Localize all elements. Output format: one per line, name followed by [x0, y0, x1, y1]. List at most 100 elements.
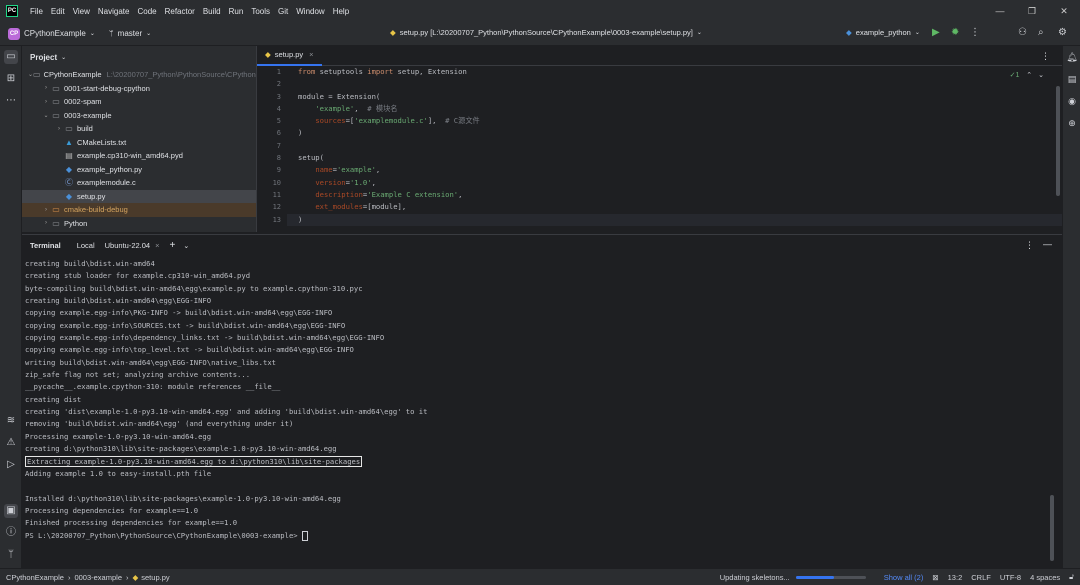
chevron-right-icon[interactable]: › [41, 85, 51, 91]
folder-icon[interactable]: ▭ [4, 50, 18, 64]
close-icon[interactable]: × [155, 241, 159, 250]
minimize-panel-icon[interactable]: — [1043, 239, 1052, 249]
problems-icon[interactable]: ⓘ [4, 526, 18, 540]
chevron-down-icon[interactable]: ⌄ [41, 112, 51, 119]
tree-item[interactable]: › ▭ 0001-start-debug-cpython [22, 82, 256, 96]
code-content[interactable]: from setuptools import setup, Extension … [298, 66, 480, 226]
tab-ubuntu[interactable]: Ubuntu-22.04 × [105, 241, 160, 250]
menu-git[interactable]: Git [274, 7, 292, 16]
task-label[interactable]: Updating skeletons... [720, 573, 790, 582]
branch-selector[interactable]: ᛘ master ⌄ [109, 29, 151, 38]
code-line[interactable]: ) [298, 214, 480, 226]
caret-position[interactable]: 13:2 [948, 573, 963, 582]
tree-item[interactable]: ▲ CMakeLists.txt [22, 136, 256, 150]
tree-item-path: L:\20200707_Python\PythonSource\CPythonE… [106, 70, 256, 80]
tree-item[interactable]: › ▭ Python [22, 217, 256, 231]
chevron-right-icon[interactable]: › [41, 220, 51, 226]
indent-setting[interactable]: 4 spaces [1030, 573, 1060, 582]
chevron-down-icon[interactable]: ⌄ [1038, 72, 1044, 79]
tree-item[interactable]: ◆ setup.py [22, 189, 256, 203]
menu-edit[interactable]: Edit [47, 7, 69, 16]
code-line[interactable]: ) [298, 127, 480, 139]
line-number: 5 [276, 117, 281, 126]
menu-file[interactable]: File [26, 7, 47, 16]
menu-view[interactable]: View [69, 7, 94, 16]
line-separator[interactable]: CRLF [971, 573, 991, 582]
code-line[interactable]: ext_modules=[module], [298, 201, 480, 213]
code-line[interactable]: version='1.0', [298, 177, 480, 189]
menu-help[interactable]: Help [329, 7, 353, 16]
tab-setup-py[interactable]: ◆ setup.py × [257, 46, 322, 66]
tree-item[interactable]: ⌄ ▭ CPythonExample L:\20200707_Python\Pytho… [22, 68, 256, 82]
more-icon[interactable]: ⋮ [1025, 240, 1034, 251]
debug-icon[interactable]: ✹ [951, 27, 959, 38]
settings-icon[interactable]: ⚙ [1058, 27, 1067, 38]
add-tab-icon[interactable]: + [169, 240, 175, 251]
tree-item[interactable]: Ⓒexamplemodule.c [22, 176, 256, 190]
more-icon[interactable]: ⋮ [970, 27, 980, 38]
notifications-icon[interactable]: 🔔︎ [1066, 52, 1078, 63]
menu-tools[interactable]: Tools [247, 7, 274, 16]
database-icon[interactable]: ▤ [1066, 74, 1078, 85]
code-line[interactable] [298, 140, 480, 152]
terminal-output[interactable]: creating build\bdist.win-amd64 creating s… [25, 258, 427, 542]
chevron-down-icon[interactable]: ⌄ [183, 242, 189, 250]
inspections-icon[interactable]: ⊠ [932, 573, 938, 582]
chevron-right-icon[interactable]: › [41, 99, 51, 105]
code-line[interactable]: module = Extension( [298, 91, 480, 103]
tree-item[interactable]: ▤ example.cp310-win_amd64.pyd [22, 149, 256, 163]
ai-assistant-icon[interactable]: ◉ [1066, 96, 1078, 107]
project-selector[interactable]: CP CPythonExample ⌄ [8, 27, 95, 40]
code-line[interactable]: 'example', # 模块名 [298, 103, 480, 115]
menu-code[interactable]: Code [133, 7, 160, 16]
tree-item[interactable]: ◆ example_python.py [22, 163, 256, 177]
menu-build[interactable]: Build [199, 7, 225, 16]
tree-item[interactable]: › ▭ 0002-spam [22, 95, 256, 109]
close-icon[interactable]: ✕ [1048, 0, 1080, 22]
lock-icon[interactable]: 🔓︎ [1069, 572, 1074, 582]
restore-icon[interactable]: ❐ [1016, 0, 1048, 22]
code-line[interactable]: setup( [298, 152, 480, 164]
code-line[interactable]: from setuptools import setup, Extension [298, 66, 480, 78]
chevron-up-icon[interactable]: ⌃ [1026, 72, 1032, 79]
git-icon[interactable]: ᛘ [4, 548, 18, 562]
tab-local[interactable]: Local [77, 241, 95, 250]
copilot-icon[interactable]: ⊕ [1066, 118, 1078, 129]
close-icon[interactable]: × [309, 50, 313, 59]
code-line[interactable]: description='Example C extension', [298, 189, 480, 201]
tree-item[interactable]: ⌄ ▭ 0003-example [22, 109, 256, 123]
editor-scrollbar[interactable] [1056, 86, 1060, 196]
project-panel-header[interactable]: Project ⌄ [22, 46, 256, 68]
more-icon[interactable]: ⋮ [1041, 51, 1050, 62]
menu-run[interactable]: Run [225, 7, 248, 16]
structure-icon[interactable]: ⊞ [4, 72, 18, 86]
run-config-selector[interactable]: ◆ example_python ⌄ [846, 28, 920, 37]
run-icon[interactable]: ▶ [932, 27, 940, 38]
terminal-icon[interactable]: ▣ [4, 504, 18, 518]
chevron-right-icon[interactable]: › [41, 207, 51, 213]
warning-icon[interactable]: ⚠ [4, 436, 18, 450]
code-line[interactable]: name='example', [298, 164, 480, 176]
add-user-icon[interactable]: ⚇ [1018, 27, 1027, 38]
code-token: name [315, 165, 333, 175]
layers-icon[interactable]: ≋ [4, 414, 18, 428]
minimize-icon[interactable]: — [984, 0, 1016, 22]
tree-item[interactable]: › ▭ cmake-build-debug [22, 203, 256, 217]
show-all-link[interactable]: Show all (2) [884, 573, 924, 582]
menu-window[interactable]: Window [292, 7, 328, 16]
search-icon[interactable]: ⌕ [1038, 27, 1044, 38]
code-line[interactable] [298, 78, 480, 90]
inspection-widget[interactable]: ✓1 ⌃ ⌄ [1010, 71, 1044, 79]
code-line[interactable]: sources=['examplemodule.c'], # C源文件 [298, 115, 479, 127]
chevron-right-icon[interactable]: › [54, 126, 64, 132]
menu-navigate[interactable]: Navigate [94, 7, 134, 16]
breadcrumb-folder[interactable]: 0003-example [74, 573, 122, 582]
breadcrumb-project[interactable]: CPythonExample [6, 573, 64, 582]
play-icon[interactable]: ▷ [4, 458, 18, 472]
tree-item[interactable]: › ▭ build [22, 122, 256, 136]
file-encoding[interactable]: UTF-8 [1000, 573, 1021, 582]
more-icon[interactable]: ⋯ [4, 94, 18, 108]
breadcrumb-file[interactable]: setup.py [141, 573, 169, 582]
menu-refactor[interactable]: Refactor [161, 7, 199, 16]
terminal-scrollbar[interactable] [1050, 495, 1054, 561]
